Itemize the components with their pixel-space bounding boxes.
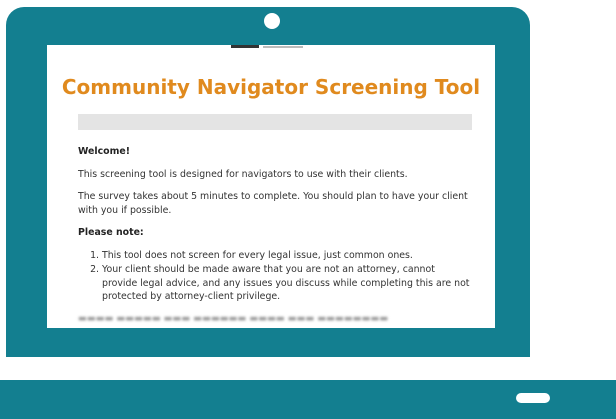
header-logo (231, 45, 259, 48)
duration-text: The survey takes about 5 minutes to comp… (78, 191, 468, 216)
camera-icon (264, 13, 280, 29)
survey-intro: Welcome! This screening tool is designed… (78, 145, 472, 325)
header-logo-text (263, 46, 303, 48)
indicator-light-icon (516, 393, 550, 403)
page-title: Community Navigator Screening Tool (61, 75, 481, 99)
truncated-text: ▬▬▬▬ ▬▬▬▬▬ ▬▬▬ ▬▬▬▬▬▬ ▬▬▬▬ ▬▬▬ ▬▬▬▬▬▬▬▬ (78, 312, 389, 324)
survey-page: Community Navigator Screening Tool Welco… (47, 45, 495, 328)
note-heading: Please note: (78, 227, 144, 238)
list-item: This tool does not screen for every lega… (102, 249, 472, 263)
welcome-heading: Welcome! (78, 146, 130, 157)
list-item: Your client should be made aware that yo… (102, 263, 472, 304)
progress-bar (78, 114, 472, 130)
laptop-illustration: Community Navigator Screening Tool Welco… (0, 0, 616, 419)
laptop-screen-bezel: Community Navigator Screening Tool Welco… (6, 7, 530, 357)
laptop-base (0, 380, 616, 419)
intro-text: This screening tool is designed for navi… (78, 168, 408, 180)
notes-list: This tool does not screen for every lega… (78, 249, 472, 304)
